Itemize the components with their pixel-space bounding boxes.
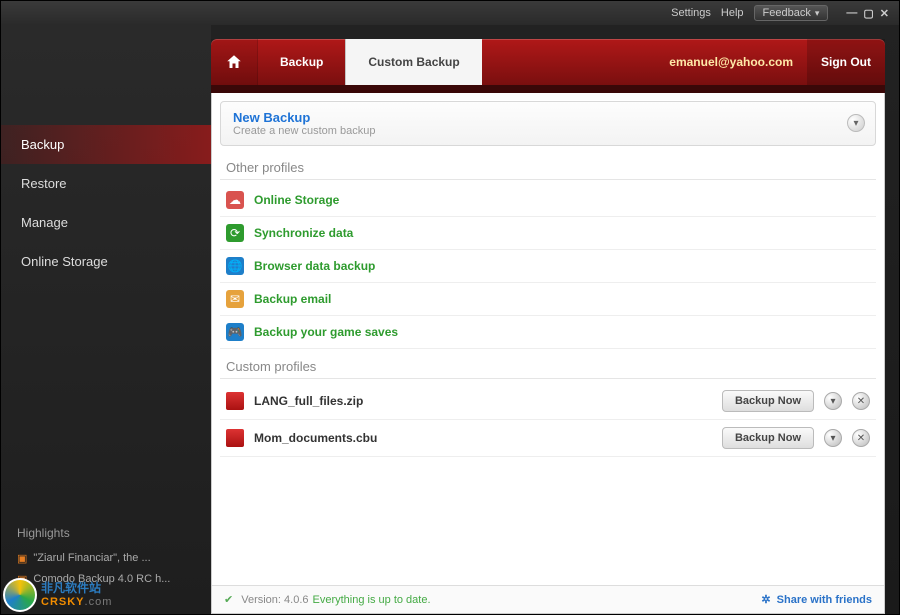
highlight-item[interactable]: ▣ "Ziarul Financiar", the ... bbox=[17, 552, 195, 565]
delete-button[interactable]: ✕ bbox=[852, 392, 870, 410]
version-label: Version: bbox=[241, 594, 281, 606]
sidebar: Backup Restore Manage Online Storage Hig… bbox=[1, 25, 211, 614]
profile-browser-data[interactable]: 🌐 Browser data backup bbox=[220, 250, 876, 283]
maximize-button[interactable]: ▢ bbox=[863, 7, 873, 20]
sign-out-button[interactable]: Sign Out bbox=[807, 39, 885, 85]
sidebar-item-manage[interactable]: Manage bbox=[1, 203, 211, 242]
share-link[interactable]: ✲ Share with friends bbox=[761, 593, 872, 606]
profile-online-storage[interactable]: ☁ Online Storage bbox=[220, 184, 876, 217]
feedback-button[interactable]: Feedback ▾ bbox=[754, 5, 829, 21]
profile-filename[interactable]: Mom_documents.cbu bbox=[254, 431, 712, 445]
highlights-title: Highlights bbox=[17, 526, 195, 540]
profile-label: Synchronize data bbox=[254, 226, 353, 240]
new-backup-subtitle: Create a new custom backup bbox=[233, 125, 863, 137]
profile-label: Backup email bbox=[254, 292, 331, 306]
game-icon: 🎮 bbox=[226, 323, 244, 341]
rss-icon: ▣ bbox=[17, 552, 27, 565]
close-button[interactable]: ✕ bbox=[880, 7, 889, 20]
profile-label: Browser data backup bbox=[254, 259, 375, 273]
version-number: 4.0.6 bbox=[284, 594, 308, 606]
share-label: Share with friends bbox=[777, 594, 872, 606]
profile-backup-email[interactable]: ✉ Backup email bbox=[220, 283, 876, 316]
check-icon: ✔ bbox=[224, 593, 233, 606]
section-custom-profiles: Custom profiles bbox=[220, 353, 876, 379]
other-profiles-list: ☁ Online Storage ⟳ Synchronize data 🌐 Br… bbox=[220, 184, 876, 349]
watermark-logo-icon bbox=[3, 578, 37, 612]
watermark-en-b: .com bbox=[85, 596, 113, 608]
minimize-button[interactable]: — bbox=[846, 7, 857, 20]
backup-now-button[interactable]: Backup Now bbox=[722, 390, 814, 412]
tab-backup[interactable]: Backup bbox=[257, 39, 345, 85]
backup-file-icon bbox=[226, 392, 244, 410]
tab-strip: Backup Custom Backup emanuel@yahoo.com S… bbox=[211, 39, 885, 85]
profile-synchronize[interactable]: ⟳ Synchronize data bbox=[220, 217, 876, 250]
highlight-text: "Ziarul Financiar", the ... bbox=[33, 552, 150, 565]
feedback-label: Feedback bbox=[763, 7, 811, 19]
mail-icon: ✉ bbox=[226, 290, 244, 308]
status-bar: ✔ Version: 4.0.6 Everything is up to dat… bbox=[212, 585, 884, 613]
home-icon bbox=[225, 53, 243, 71]
globe-icon: 🌐 bbox=[226, 257, 244, 275]
profile-game-saves[interactable]: 🎮 Backup your game saves bbox=[220, 316, 876, 349]
share-icon: ✲ bbox=[761, 593, 770, 606]
titlebar: Settings Help Feedback ▾ — ▢ ✕ bbox=[1, 1, 899, 25]
expand-button[interactable]: ▾ bbox=[847, 114, 865, 132]
user-email[interactable]: emanuel@yahoo.com bbox=[655, 39, 807, 85]
sync-icon: ⟳ bbox=[226, 224, 244, 242]
tab-underbar bbox=[211, 85, 885, 93]
settings-link[interactable]: Settings bbox=[671, 7, 711, 19]
profile-label: Online Storage bbox=[254, 193, 339, 207]
sidebar-item-restore[interactable]: Restore bbox=[1, 164, 211, 203]
custom-profile-row: LANG_full_files.zip Backup Now ▾ ✕ bbox=[220, 383, 876, 420]
content-area: New Backup Create a new custom backup ▾ … bbox=[211, 93, 885, 614]
new-backup-card[interactable]: New Backup Create a new custom backup ▾ bbox=[220, 101, 876, 146]
sidebar-item-backup[interactable]: Backup bbox=[1, 125, 211, 164]
chevron-down-icon: ▾ bbox=[815, 8, 820, 19]
tab-custom-backup[interactable]: Custom Backup bbox=[345, 39, 481, 85]
watermark-cn: 非凡软件站 bbox=[41, 582, 112, 595]
watermark: 非凡软件站 CRSKY.com bbox=[3, 578, 112, 612]
options-button[interactable]: ▾ bbox=[824, 429, 842, 447]
options-button[interactable]: ▾ bbox=[824, 392, 842, 410]
cloud-icon: ☁ bbox=[226, 191, 244, 209]
sidebar-item-online-storage[interactable]: Online Storage bbox=[1, 242, 211, 281]
custom-profiles-list: LANG_full_files.zip Backup Now ▾ ✕ Mom_d… bbox=[220, 383, 876, 457]
backup-file-icon bbox=[226, 429, 244, 447]
home-button[interactable] bbox=[211, 39, 257, 85]
profile-filename[interactable]: LANG_full_files.zip bbox=[254, 394, 712, 408]
watermark-en-a: CRSKY bbox=[41, 596, 85, 608]
new-backup-title: New Backup bbox=[233, 110, 863, 125]
profile-label: Backup your game saves bbox=[254, 325, 398, 339]
section-other-profiles: Other profiles bbox=[220, 154, 876, 180]
custom-profile-row: Mom_documents.cbu Backup Now ▾ ✕ bbox=[220, 420, 876, 457]
backup-now-button[interactable]: Backup Now bbox=[722, 427, 814, 449]
help-link[interactable]: Help bbox=[721, 7, 744, 19]
status-message: Everything is up to date. bbox=[313, 594, 431, 606]
watermark-en: CRSKY.com bbox=[41, 596, 112, 608]
delete-button[interactable]: ✕ bbox=[852, 429, 870, 447]
